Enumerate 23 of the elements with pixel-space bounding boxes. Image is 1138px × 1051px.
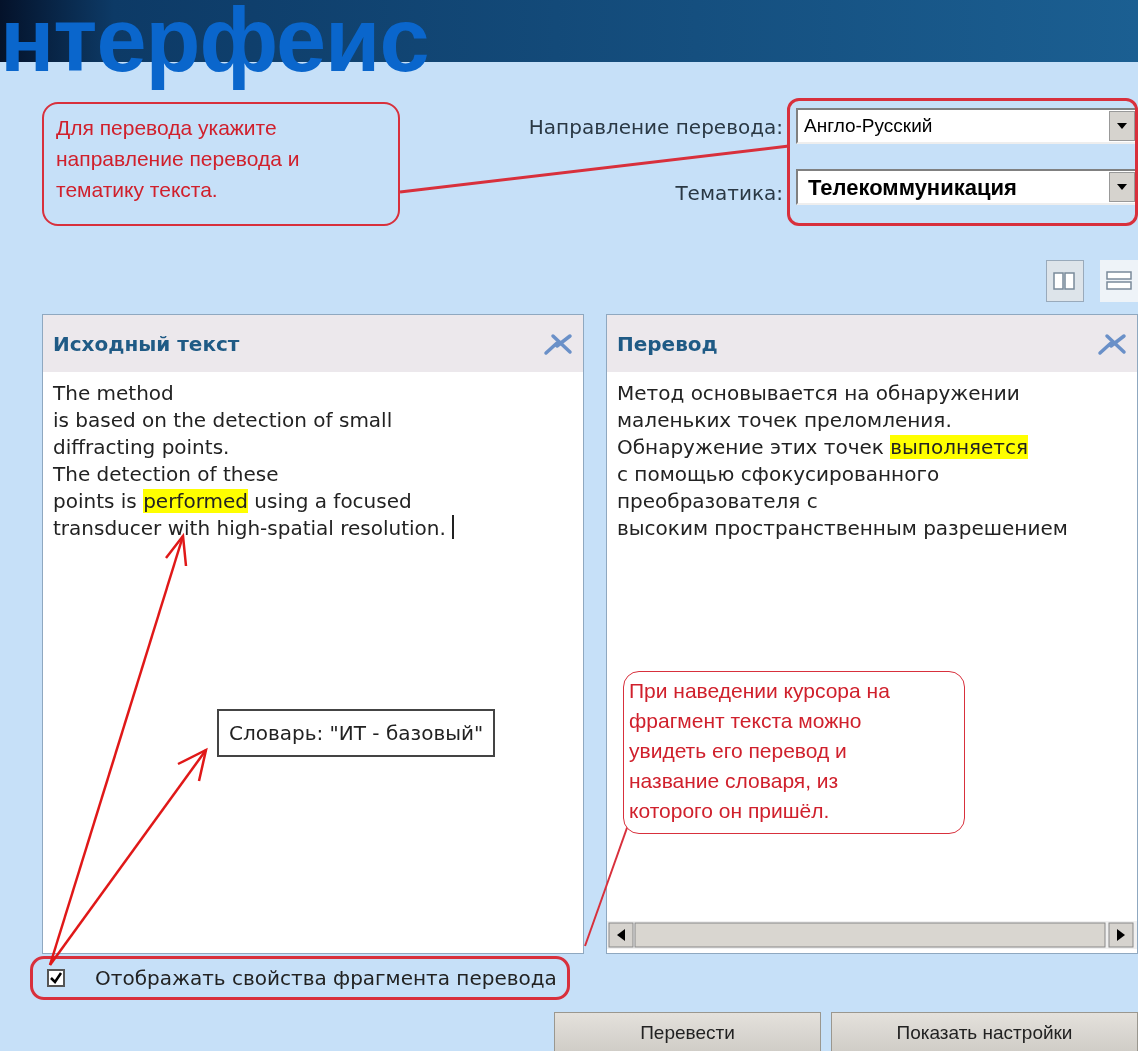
check-mark-icon xyxy=(49,971,63,985)
view-mode-button[interactable] xyxy=(1100,260,1138,302)
cross-icon[interactable] xyxy=(543,331,573,356)
translate-button[interactable]: Перевести xyxy=(554,1012,821,1051)
callout: Для перевода укажите направление перевода и тематику текста. xyxy=(42,102,400,226)
field-label: Направление перевода: xyxy=(528,114,783,141)
horizontal-scrollbar[interactable] xyxy=(607,921,1137,949)
settings-button[interactable]: Показать настройки xyxy=(831,1012,1138,1051)
view-mode-button[interactable] xyxy=(1046,260,1084,302)
tooltip: Словарь: "ИТ - базовый" xyxy=(217,709,496,757)
panel-text: Метод основывается на обнаружении маленьких точек преломления. Обнаружение этих точек выполняется с помощью сфокусированного преобразователя с высоким пространственным разрешением xyxy=(616,380,1069,542)
columns-icon xyxy=(1052,270,1078,292)
panel-text: The method is based on the detection of small diffracting points. The detection of these points is performed using a focused transducer with high-spatial resolution. xyxy=(43,372,583,542)
callout: При наведении курсора на фрагмент текста можно увидеть его перевод и название словаря, из которого он пришёл. xyxy=(623,671,965,834)
checkbox[interactable] xyxy=(47,969,65,987)
checkbox-label[interactable]: Отображать свойства фрагмента перевода xyxy=(95,963,557,993)
cross-icon[interactable] xyxy=(1097,331,1127,356)
dropdown[interactable]: Телекоммуникация xyxy=(796,169,1135,205)
panel-title: Перевод xyxy=(617,330,718,358)
panel-title: Исходный текст xyxy=(53,330,240,358)
rows-icon xyxy=(1106,270,1132,292)
dropdown[interactable]: Англо-Русский xyxy=(796,108,1135,144)
field-label: Тематика: xyxy=(675,180,783,207)
